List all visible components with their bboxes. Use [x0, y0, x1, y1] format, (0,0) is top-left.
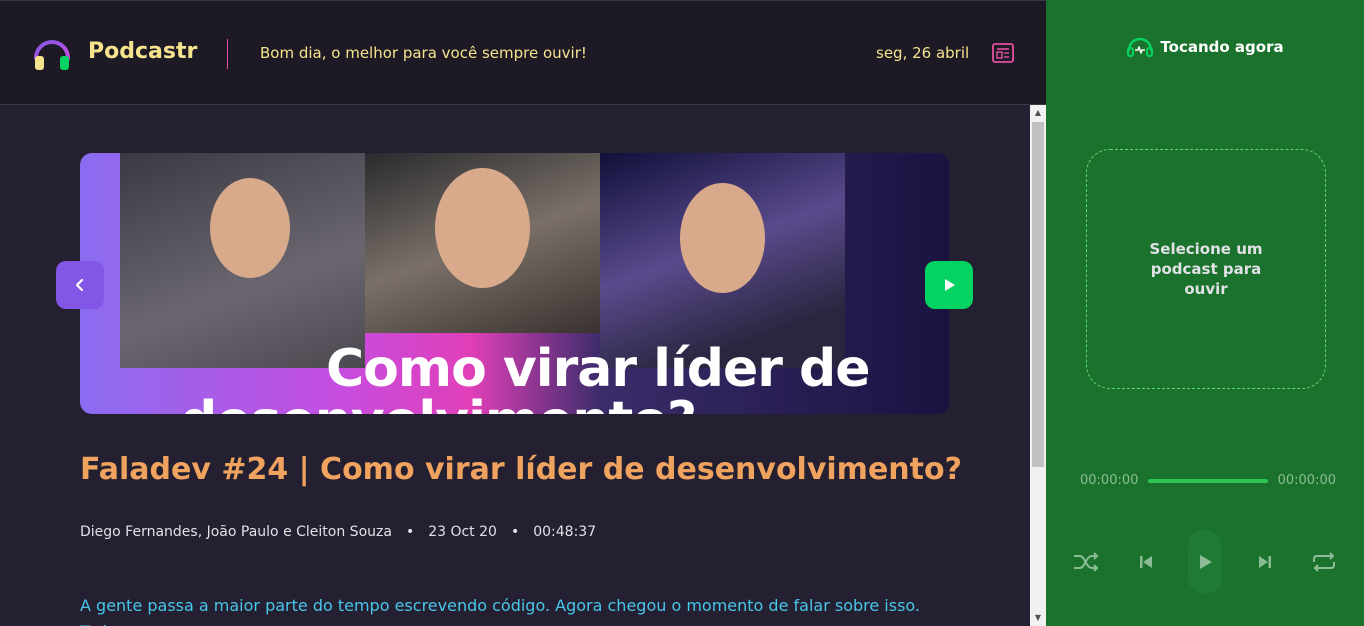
skip-previous-icon	[1140, 556, 1152, 568]
episode-thumbnail: Como virar líder de desenvolvimento?	[80, 153, 949, 414]
episode-description: A gente passa a maior parte do tempo esc…	[80, 596, 921, 626]
player-panel: Tocando agora Selecione um podcast para …	[1046, 0, 1364, 626]
total-time: 00:00:00	[1277, 473, 1336, 488]
play-button[interactable]	[1188, 530, 1222, 594]
thumbnail-panel-1	[120, 153, 365, 368]
empty-player-box: Selecione um podcast para ouvir	[1086, 149, 1326, 389]
skip-next-icon	[1259, 556, 1271, 568]
thumbnail-caption: Como virar líder de	[326, 339, 870, 399]
scroll-thumb[interactable]	[1032, 122, 1044, 467]
app-header: Podcastr Bom dia, o melhor para você sem…	[0, 0, 1046, 105]
empty-player-message: Selecione um podcast para ouvir	[1149, 240, 1263, 298]
meta-separator: •	[510, 524, 520, 540]
next-button[interactable]	[1251, 550, 1279, 574]
scroll-up-arrow-icon[interactable]: ▲	[1030, 105, 1046, 121]
current-time: 00:00:00	[1080, 473, 1139, 488]
episode-title: Faladev #24 | Como virar líder de desenv…	[80, 452, 962, 487]
previous-button[interactable]	[1132, 550, 1160, 574]
thumbnail-caption-line2: desenvolvimento?	[180, 391, 697, 414]
app-logo-text: Podcastr	[88, 39, 198, 64]
scroll-down-arrow-icon[interactable]: ▼	[1030, 610, 1046, 626]
current-date: seg, 26 abril	[876, 44, 970, 62]
back-button[interactable]	[56, 261, 104, 309]
headphones-icon	[34, 40, 70, 70]
thumbnail-panel-2	[365, 153, 600, 333]
shuffle-icon	[1074, 552, 1099, 572]
episode-page: Como virar líder de desenvolvimento? Fal…	[0, 105, 1030, 626]
headphones-icon	[1127, 37, 1154, 57]
episode-meta: Diego Fernandes, João Paulo e Cleiton So…	[80, 524, 596, 540]
main-scrollbar[interactable]: ▲ ▼	[1030, 105, 1046, 626]
chevron-left-icon	[75, 278, 84, 292]
meta-separator: •	[405, 524, 415, 540]
episode-members: Diego Fernandes, João Paulo e Cleiton So…	[80, 524, 392, 540]
progress-slider[interactable]	[1148, 478, 1268, 483]
repeat-button[interactable]	[1310, 550, 1338, 574]
progress-row: 00:00:00 00:00:00	[1080, 473, 1336, 488]
greeting-text: Bom dia, o melhor para você sempre ouvir…	[260, 44, 587, 62]
play-episode-button[interactable]	[925, 261, 973, 309]
play-icon	[1200, 555, 1212, 569]
episode-duration: 00:48:37	[533, 524, 597, 540]
newspaper-icon[interactable]	[991, 41, 1015, 65]
player-controls	[1068, 530, 1348, 594]
repeat-icon	[1313, 552, 1335, 572]
now-playing-title: Tocando agora	[1160, 38, 1284, 56]
shuffle-button[interactable]	[1072, 550, 1100, 574]
play-icon	[945, 279, 955, 291]
thumbnail-panel-3	[600, 153, 845, 368]
header-divider	[227, 39, 228, 69]
player-header: Tocando agora	[1046, 36, 1364, 58]
episode-date: 23 Oct 20	[428, 524, 497, 540]
